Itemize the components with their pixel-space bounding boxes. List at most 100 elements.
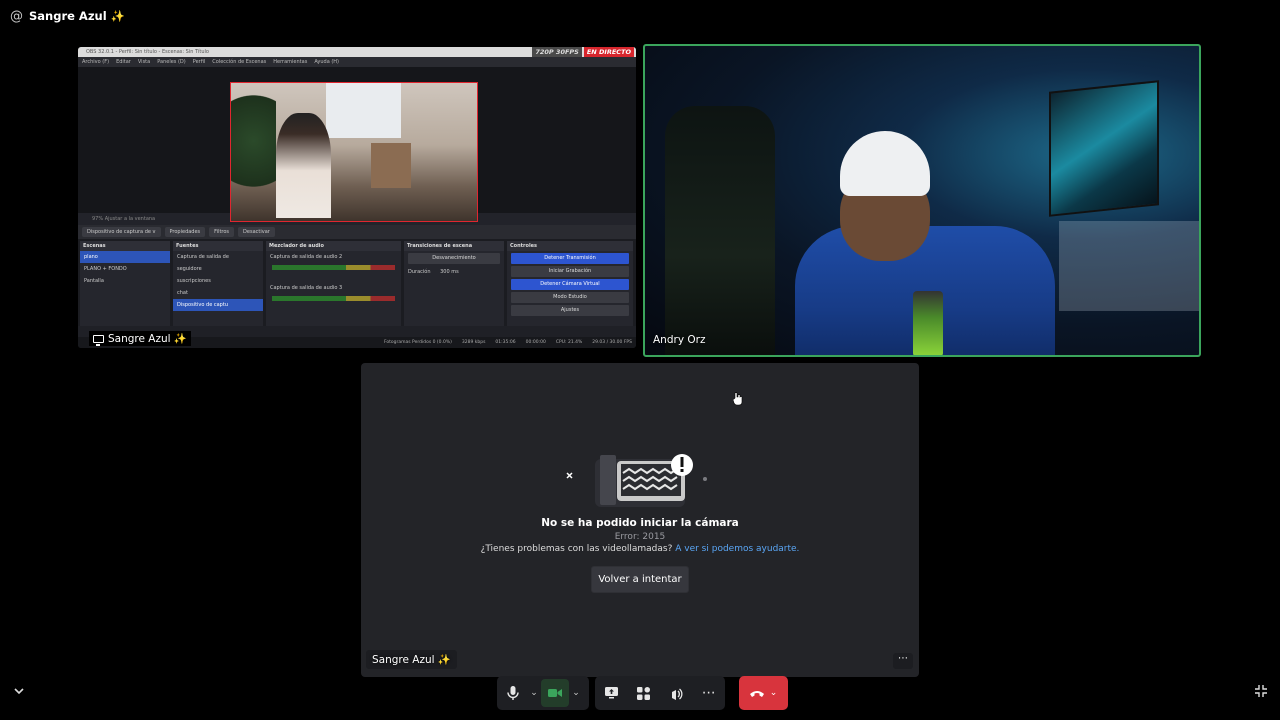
sources-panel: Fuentes Captura de salida de seguidore s…	[173, 241, 263, 326]
soundboard-icon	[671, 688, 683, 700]
video-camera-icon	[548, 689, 562, 697]
obs-menu-item: Editar	[116, 59, 131, 65]
obs-docks: Escenas plano PLANO + FONDO Pantalla Fue…	[78, 239, 636, 326]
obs-tab: Filtros	[209, 227, 235, 237]
transition-select: Desvanecimiento	[408, 253, 500, 264]
scene-item: PLANO + FONDO	[84, 266, 127, 272]
transitions-panel: Transiciones de escena Desvanecimiento D…	[404, 241, 504, 326]
monitor-icon	[93, 334, 104, 346]
microphone-icon	[507, 686, 519, 700]
activities-button[interactable]	[630, 676, 658, 710]
media-controls-group: ⌄ ⌄	[497, 676, 589, 710]
self-tile-name: Sangre Azul ✨	[372, 654, 451, 666]
mixer-title: Mezclador de audio	[266, 241, 401, 251]
obs-tab: Desactivar	[238, 227, 275, 237]
mixer-channel-label: Captura de salida de audio 3	[270, 285, 343, 291]
controls-title: Controles	[507, 241, 633, 251]
hang-up-icon	[749, 690, 764, 697]
mouse-pointer-icon	[733, 392, 743, 406]
controls-panel: Controles Detener Transmisión Iniciar Gr…	[507, 241, 633, 326]
screen-share-tile[interactable]: OBS 32.0.1 - Perfil: Sin título - Escena…	[78, 47, 636, 348]
obs-menu-item: Archivo (F)	[82, 59, 110, 65]
audio-meter	[272, 296, 395, 301]
stream-time: 01:35:06	[495, 340, 516, 345]
participant-figure	[840, 131, 930, 196]
scene-item: plano	[80, 251, 170, 263]
obs-tab: Propiedades	[164, 227, 206, 237]
retry-button[interactable]: Volver a intentar	[591, 566, 689, 593]
camera-options-chevron[interactable]: ⌄	[569, 676, 583, 710]
obs-stop-stream-button: Detener Transmisión	[511, 253, 629, 264]
activity-controls-group: ⋯	[595, 676, 725, 710]
sources-title: Fuentes	[173, 241, 263, 251]
audio-mixer-panel: Mezclador de audio Captura de salida de …	[266, 241, 401, 326]
screen-share-icon	[604, 687, 618, 699]
voice-controls: ⌄ ⌄ ⋯ ⌄	[497, 676, 788, 710]
tile-name-label: Andry Orz	[653, 334, 705, 346]
tile-name-label: Sangre Azul ✨	[366, 650, 457, 669]
more-options-button[interactable]: ⋯	[695, 676, 723, 710]
obs-window-title: OBS 32.0.1 - Perfil: Sin título - Escena…	[86, 49, 209, 55]
source-item: Dispositivo de captu	[173, 299, 263, 311]
obs-menubar: Archivo (F) Editar Vista Paneles (D) Per…	[78, 57, 636, 67]
activities-icon	[637, 686, 651, 700]
tile-name-label: Sangre Azul ✨	[89, 331, 191, 346]
chevron-down-icon[interactable]	[12, 684, 26, 698]
scenes-panel: Escenas plano PLANO + FONDO Pantalla	[80, 241, 170, 326]
mixer-channel-label: Captura de salida de audio 2	[270, 254, 343, 260]
obs-menu-item: Perfil	[192, 59, 206, 65]
cpu-usage: CPU: 21.4%	[555, 340, 583, 345]
duration-value: 300 ms	[440, 269, 459, 275]
webcam-preview-image	[230, 82, 478, 222]
obs-menu-item: Paneles (D)	[157, 59, 186, 65]
obs-tab: Dispositivo de captura de v	[82, 227, 161, 237]
participant-video-tile[interactable]: Andry Orz	[643, 44, 1201, 357]
obs-record-button: Iniciar Grabación	[511, 266, 629, 277]
source-item: chat	[177, 290, 188, 296]
error-title: No se ha podido iniciar la cámara	[541, 517, 739, 529]
scene-item: Pantalla	[84, 278, 104, 284]
record-time: 00:00:00	[525, 340, 546, 345]
error-help: ¿Tienes problemas con las videollamadas?…	[361, 544, 919, 554]
live-badge: EN DIRECTO	[583, 47, 634, 57]
scenes-title: Escenas	[80, 241, 170, 251]
channel-title[interactable]: Sangre Azul ✨	[29, 9, 125, 23]
transitions-title: Transiciones de escena	[404, 241, 504, 251]
participant-figure	[913, 291, 943, 355]
disconnect-button[interactable]: ⌄	[739, 676, 788, 710]
dropped-frames: Fotogramas Perdidos 0 (0.0%)	[383, 340, 452, 345]
screen-share-button[interactable]	[597, 676, 625, 710]
obs-window-titlebar: OBS 32.0.1 - Perfil: Sin título - Escena…	[78, 47, 636, 57]
obs-menu-item: Colección de Escenas	[212, 59, 267, 65]
duration-label: Duración	[408, 269, 431, 275]
mic-options-chevron[interactable]: ⌄	[527, 676, 541, 710]
video-background	[665, 106, 775, 355]
mic-button[interactable]	[499, 676, 527, 710]
collapse-icon[interactable]	[1254, 684, 1268, 698]
error-code: Error: 2015	[614, 532, 666, 542]
help-link[interactable]: A ver si podemos ayudarte.	[675, 544, 799, 554]
participant-name: Andry Orz	[653, 334, 706, 346]
obs-settings-button: Ajustes	[511, 305, 629, 316]
share-tile-name: Sangre Azul ✨	[108, 333, 187, 345]
obs-menu-item: Ayuda (H)	[314, 59, 340, 65]
obs-studio-mode-button: Modo Estudio	[511, 292, 629, 303]
disconnect-options-chevron[interactable]: ⌄	[770, 688, 778, 698]
obs-menu-item: Vista	[137, 59, 151, 65]
video-background	[1049, 80, 1159, 217]
soundboard-button[interactable]	[662, 676, 690, 710]
obs-source-toolbar: Dispositivo de captura de v Propiedades …	[78, 225, 636, 239]
tile-more-button[interactable]: ⋯	[893, 653, 913, 669]
at-icon: @	[10, 8, 23, 24]
duration-row: Duración 300 ms	[404, 266, 504, 278]
obs-virtual-cam-button: Detener Cámara Virtual	[511, 279, 629, 290]
camera-error-illustration	[566, 454, 707, 507]
audio-meter	[272, 265, 395, 270]
source-item: seguidore	[177, 266, 202, 272]
quality-badge: 720P 30FPS	[532, 47, 582, 57]
fps: 29.03 / 30.00 FPS	[592, 340, 632, 345]
call-header: @ Sangre Azul ✨	[0, 0, 1280, 32]
camera-button[interactable]	[541, 679, 569, 707]
camera-error-tile[interactable]: No se ha podido iniciar la cámara Error:…	[361, 363, 919, 677]
video-background	[1059, 221, 1199, 311]
